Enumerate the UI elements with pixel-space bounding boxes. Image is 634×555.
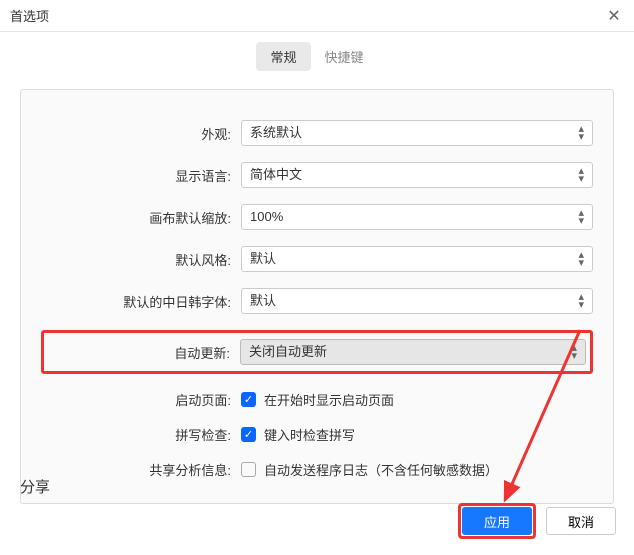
label-language: 显示语言: <box>41 166 241 185</box>
tab-general[interactable]: 常规 <box>256 42 310 71</box>
select-cjk-font[interactable]: 默认 ▴▾ <box>241 288 593 314</box>
row-spell-check: 拼写检查: ✓ 键入时检查拼写 <box>41 425 593 444</box>
checkbox-spell-check[interactable]: ✓ <box>241 427 256 442</box>
select-appearance-value: 系统默认 <box>250 121 302 145</box>
row-default-style: 默认风格: 默认 ▴▾ <box>41 246 593 272</box>
apply-button[interactable]: 应用 <box>462 507 532 535</box>
label-analytics: 共享分析信息: <box>41 460 241 479</box>
select-default-style-value: 默认 <box>250 247 276 271</box>
chevron-updown-icon: ▴▾ <box>578 293 584 309</box>
select-auto-update-value: 关闭自动更新 <box>249 340 327 364</box>
chevron-updown-icon: ▴▾ <box>578 167 584 183</box>
chevron-updown-icon: ▴▾ <box>578 125 584 141</box>
select-canvas-zoom[interactable]: 100% ▴▾ <box>241 204 593 230</box>
checkbox-start-page-label: 在开始时显示启动页面 <box>264 390 394 409</box>
highlight-auto-update: 自动更新: 关闭自动更新 ▴▾ <box>41 330 593 374</box>
row-analytics: 共享分析信息: 自动发送程序日志（不含任何敏感数据） <box>41 460 593 479</box>
close-icon[interactable]: ✕ <box>604 6 624 26</box>
window-title: 首选项 <box>10 6 49 25</box>
chevron-updown-icon: ▴▾ <box>571 344 577 360</box>
label-auto-update: 自动更新: <box>48 343 240 362</box>
label-spell-check: 拼写检查: <box>41 425 241 444</box>
row-language: 显示语言: 简体中文 ▴▾ <box>41 162 593 188</box>
cancel-button[interactable]: 取消 <box>546 507 616 535</box>
checkbox-row-start-page: ✓ 在开始时显示启动页面 <box>241 390 394 409</box>
select-appearance[interactable]: 系统默认 ▴▾ <box>241 120 593 146</box>
checkbox-row-spell-check: ✓ 键入时检查拼写 <box>241 425 355 444</box>
tab-shortcuts[interactable]: 快捷键 <box>311 42 378 71</box>
section-share-title: 分享 <box>20 476 50 497</box>
row-start-page: 启动页面: ✓ 在开始时显示启动页面 <box>41 390 593 409</box>
checkbox-analytics-label: 自动发送程序日志（不含任何敏感数据） <box>264 460 498 479</box>
select-language-value: 简体中文 <box>250 163 302 187</box>
chevron-updown-icon: ▴▾ <box>578 209 584 225</box>
label-appearance: 外观: <box>41 124 241 143</box>
footer-buttons: 应用 取消 <box>458 503 616 539</box>
general-panel: 外观: 系统默认 ▴▾ 显示语言: 简体中文 ▴▾ 画布默认缩放: 100% ▴… <box>20 89 614 504</box>
checkbox-start-page[interactable]: ✓ <box>241 392 256 407</box>
label-canvas-zoom: 画布默认缩放: <box>41 208 241 227</box>
row-canvas-zoom: 画布默认缩放: 100% ▴▾ <box>41 204 593 230</box>
titlebar: 首选项 ✕ <box>0 0 634 32</box>
highlight-apply: 应用 <box>458 503 536 539</box>
label-default-style: 默认风格: <box>41 250 241 269</box>
select-default-style[interactable]: 默认 ▴▾ <box>241 246 593 272</box>
chevron-updown-icon: ▴▾ <box>578 251 584 267</box>
checkbox-spell-check-label: 键入时检查拼写 <box>264 425 355 444</box>
checkbox-analytics[interactable] <box>241 462 256 477</box>
label-cjk-font: 默认的中日韩字体: <box>41 292 241 311</box>
select-language[interactable]: 简体中文 ▴▾ <box>241 162 593 188</box>
row-appearance: 外观: 系统默认 ▴▾ <box>41 120 593 146</box>
label-start-page: 启动页面: <box>41 390 241 409</box>
tabs: 常规 快捷键 <box>0 42 634 71</box>
checkbox-row-analytics: 自动发送程序日志（不含任何敏感数据） <box>241 460 498 479</box>
row-cjk-font: 默认的中日韩字体: 默认 ▴▾ <box>41 288 593 314</box>
select-cjk-font-value: 默认 <box>250 289 276 313</box>
select-auto-update[interactable]: 关闭自动更新 ▴▾ <box>240 339 586 365</box>
select-canvas-zoom-value: 100% <box>250 205 283 229</box>
